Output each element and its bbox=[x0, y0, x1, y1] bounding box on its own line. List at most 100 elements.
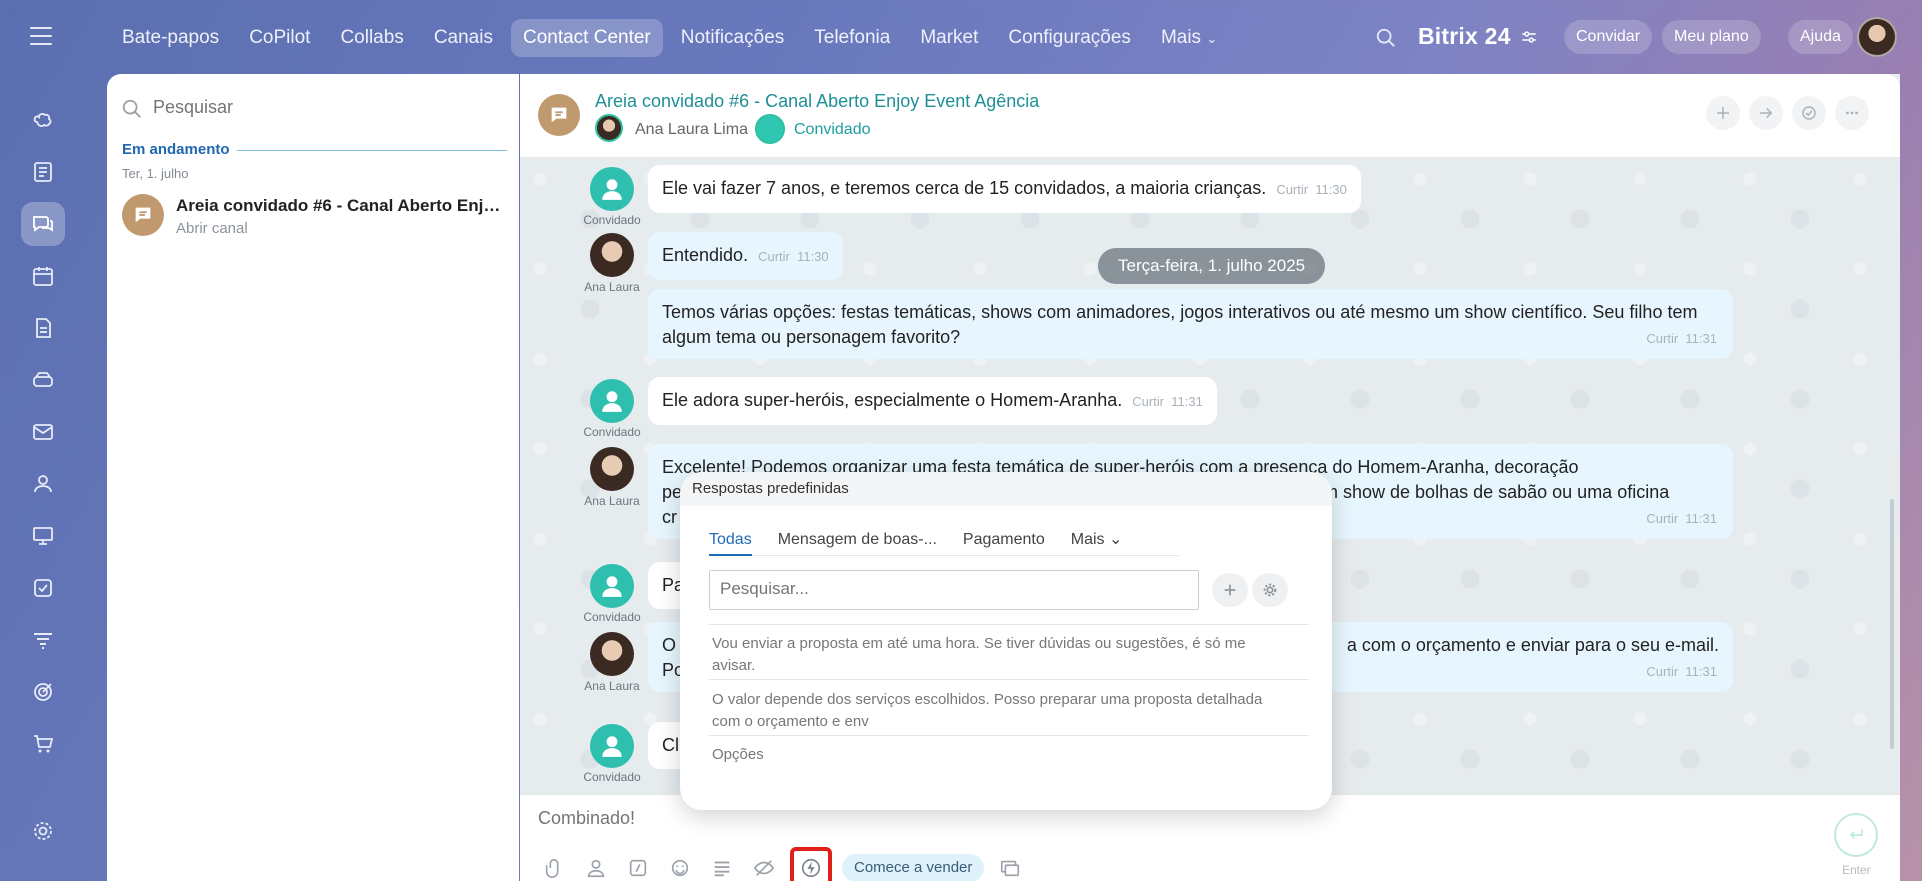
crm-icon[interactable] bbox=[21, 618, 65, 662]
user-avatar[interactable] bbox=[1857, 17, 1897, 57]
guest-role[interactable]: Convidado bbox=[794, 121, 871, 139]
agent-avatar[interactable] bbox=[590, 632, 634, 676]
mail-icon[interactable] bbox=[21, 410, 65, 454]
add-user-button[interactable] bbox=[1706, 96, 1740, 130]
nav-contact-center[interactable]: Contact Center bbox=[510, 19, 663, 57]
start-selling-button[interactable]: Comece a vender bbox=[842, 854, 985, 881]
message-input[interactable] bbox=[538, 808, 1738, 829]
nav-bate-papos[interactable]: Bate-papos bbox=[110, 19, 231, 57]
quick-answers-button[interactable] bbox=[790, 847, 832, 881]
chevron-down-icon: ⌄ bbox=[1108, 531, 1123, 548]
screen-share-icon[interactable] bbox=[994, 852, 1026, 881]
agent-name[interactable]: Ana Laura Lima bbox=[635, 121, 748, 139]
feed-icon[interactable] bbox=[21, 150, 65, 194]
agent-avatar[interactable] bbox=[590, 233, 634, 277]
guest-avatar[interactable] bbox=[590, 167, 634, 211]
like-button[interactable]: Curtir bbox=[758, 249, 790, 264]
drive-icon[interactable] bbox=[21, 358, 65, 402]
nav-market[interactable]: Market bbox=[908, 19, 990, 57]
divider bbox=[709, 735, 1309, 736]
top-bar: Bate-papos CoPilot Collabs Canais Contac… bbox=[0, 0, 1922, 74]
more-icon bbox=[1846, 111, 1858, 115]
message-time: 11:31 bbox=[1685, 664, 1717, 679]
nav-collabs[interactable]: Collabs bbox=[328, 19, 415, 57]
like-button[interactable]: Curtir bbox=[1646, 511, 1678, 526]
shop-icon[interactable] bbox=[21, 722, 65, 766]
command-icon[interactable] bbox=[622, 852, 654, 881]
nav-canais[interactable]: Canais bbox=[422, 19, 505, 57]
scrollbar[interactable] bbox=[1890, 499, 1894, 749]
user-icon bbox=[602, 179, 622, 200]
quick-answer-item[interactable]: O valor depende dos serviços escolhidos.… bbox=[712, 689, 1272, 733]
form-icon[interactable] bbox=[706, 852, 738, 881]
calendar-icon[interactable] bbox=[21, 254, 65, 298]
copilot-icon[interactable] bbox=[21, 98, 65, 142]
tab-mais[interactable]: Mais ⌄ bbox=[1071, 530, 1123, 556]
emoji-icon[interactable] bbox=[664, 852, 696, 881]
message-time: 11:31 bbox=[1685, 511, 1717, 526]
search-icon[interactable] bbox=[1375, 27, 1397, 49]
tab-pagamento[interactable]: Pagamento bbox=[963, 530, 1045, 556]
sender-label: Convidado bbox=[583, 770, 641, 784]
guest-avatar[interactable] bbox=[590, 564, 634, 608]
like-button[interactable]: Curtir bbox=[1276, 182, 1308, 197]
tab-todas[interactable]: Todas bbox=[709, 530, 752, 556]
list-item[interactable]: Areia convidado #6 - Canal Aberto Enjoy … bbox=[107, 182, 519, 248]
message-time: 11:31 bbox=[1171, 394, 1203, 409]
transfer-button[interactable] bbox=[1749, 96, 1783, 130]
agent-avatar[interactable] bbox=[595, 114, 623, 142]
sender-label: Convidado bbox=[583, 425, 641, 439]
divider bbox=[709, 624, 1309, 625]
chat-bubble-icon bbox=[135, 207, 151, 223]
help-button[interactable]: Ajuda bbox=[1788, 20, 1853, 54]
nav-configuracoes[interactable]: Configurações bbox=[996, 19, 1143, 57]
like-button[interactable]: Curtir bbox=[1646, 331, 1678, 346]
sender-label: Ana Laura bbox=[584, 280, 640, 294]
settings-icon[interactable] bbox=[1520, 28, 1538, 46]
hidden-message-icon[interactable] bbox=[748, 852, 780, 881]
quick-answer-search-input[interactable] bbox=[720, 571, 1180, 607]
contacts-icon[interactable] bbox=[21, 462, 65, 506]
message-text: r um show de bolhas de sabão ou uma ofic… bbox=[1302, 482, 1670, 502]
goals-icon[interactable] bbox=[21, 670, 65, 714]
settings-button[interactable] bbox=[1252, 573, 1288, 607]
chat-title: Areia convidado #6 - Canal Aberto Enjoy … bbox=[176, 196, 506, 215]
guest-avatar[interactable] bbox=[590, 724, 634, 768]
attach-icon[interactable] bbox=[538, 852, 570, 881]
sender-label: Ana Laura bbox=[584, 679, 640, 693]
tab-mais-label: Mais bbox=[1070, 531, 1105, 548]
nav-telefonia[interactable]: Telefonia bbox=[802, 19, 902, 57]
like-button[interactable]: Curtir bbox=[1132, 394, 1164, 409]
message-text: Cl bbox=[662, 735, 679, 755]
plan-button[interactable]: Meu plano bbox=[1662, 20, 1761, 54]
search-input[interactable] bbox=[153, 97, 483, 118]
nav-notificacoes[interactable]: Notificações bbox=[669, 19, 797, 57]
guest-avatar[interactable] bbox=[590, 379, 634, 423]
nav-copilot[interactable]: CoPilot bbox=[237, 19, 322, 57]
nav-mais[interactable]: Mais ⌄ bbox=[1149, 19, 1229, 57]
docs-icon[interactable] bbox=[21, 306, 65, 350]
finish-button[interactable] bbox=[1792, 96, 1826, 130]
popup-search[interactable] bbox=[709, 570, 1199, 610]
invite-button[interactable]: Convidar bbox=[1564, 20, 1653, 54]
training-icon[interactable] bbox=[21, 514, 65, 558]
tasks-icon[interactable] bbox=[21, 566, 65, 610]
tab-boas-vindas[interactable]: Mensagem de boas-... bbox=[778, 530, 937, 556]
guest-avatar[interactable] bbox=[755, 114, 785, 144]
contact-icon[interactable] bbox=[580, 852, 612, 881]
settings-icon[interactable] bbox=[21, 809, 65, 853]
chat-icon[interactable] bbox=[21, 202, 65, 246]
chat-title[interactable]: Areia convidado #6 - Canal Aberto Enjoy … bbox=[595, 91, 1039, 112]
options-link[interactable]: Opções bbox=[712, 744, 1272, 766]
send-button[interactable] bbox=[1834, 813, 1878, 857]
like-button[interactable]: Curtir bbox=[1646, 664, 1678, 679]
brand-logo: Bitrix 24 bbox=[1418, 23, 1511, 49]
gear-icon bbox=[1263, 583, 1277, 597]
list-search[interactable] bbox=[121, 94, 501, 124]
more-button[interactable] bbox=[1835, 96, 1869, 130]
quick-answer-item[interactable]: Vou enviar a proposta em até uma hora. S… bbox=[712, 633, 1272, 677]
chat-subtitle: Abrir canal bbox=[176, 220, 248, 237]
add-answer-button[interactable] bbox=[1212, 573, 1248, 607]
menu-icon[interactable] bbox=[30, 27, 52, 45]
agent-avatar[interactable] bbox=[590, 447, 634, 491]
